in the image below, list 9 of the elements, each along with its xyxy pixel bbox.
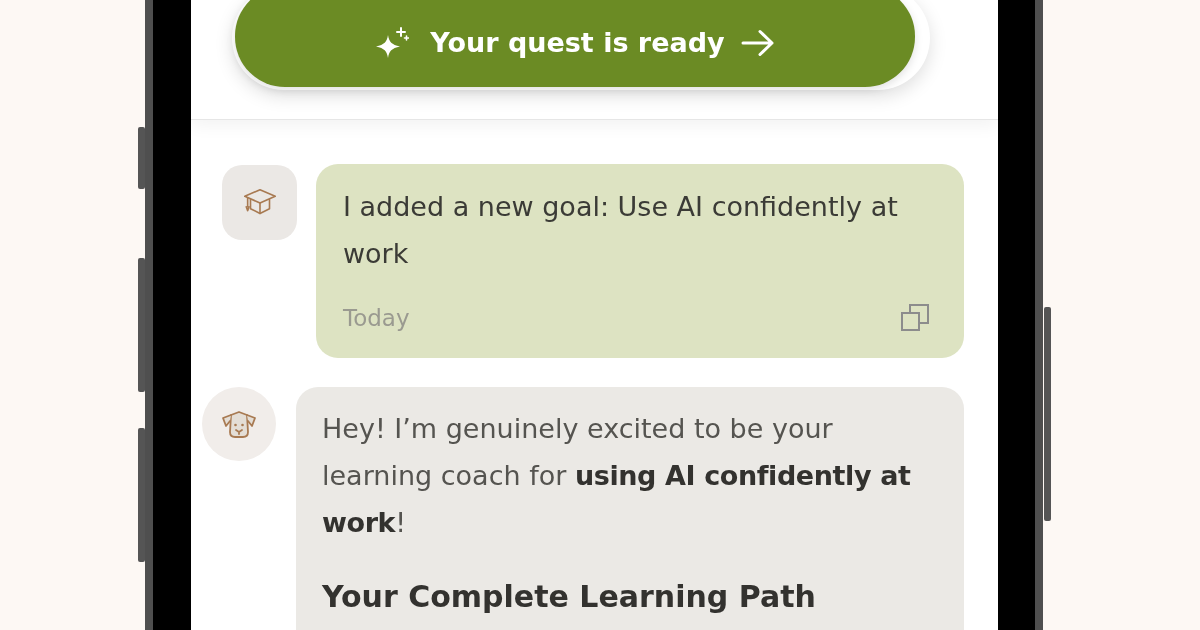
section-heading: Your Complete Learning Path — [322, 578, 817, 616]
message-time: Today — [343, 305, 410, 331]
message-text: I added a new goal: Use AI confidently at work — [343, 190, 899, 271]
copy-icon[interactable] — [901, 304, 929, 332]
message-text: Hey! I’m genuinely excited to be your learning coach for using AI confidently at work! — [322, 412, 912, 540]
sparkle-icon — [375, 26, 410, 59]
graduation-cap-icon — [222, 165, 297, 240]
arrow-icon — [740, 28, 775, 57]
quest-button[interactable]: Your quest is ready — [235, 0, 915, 87]
